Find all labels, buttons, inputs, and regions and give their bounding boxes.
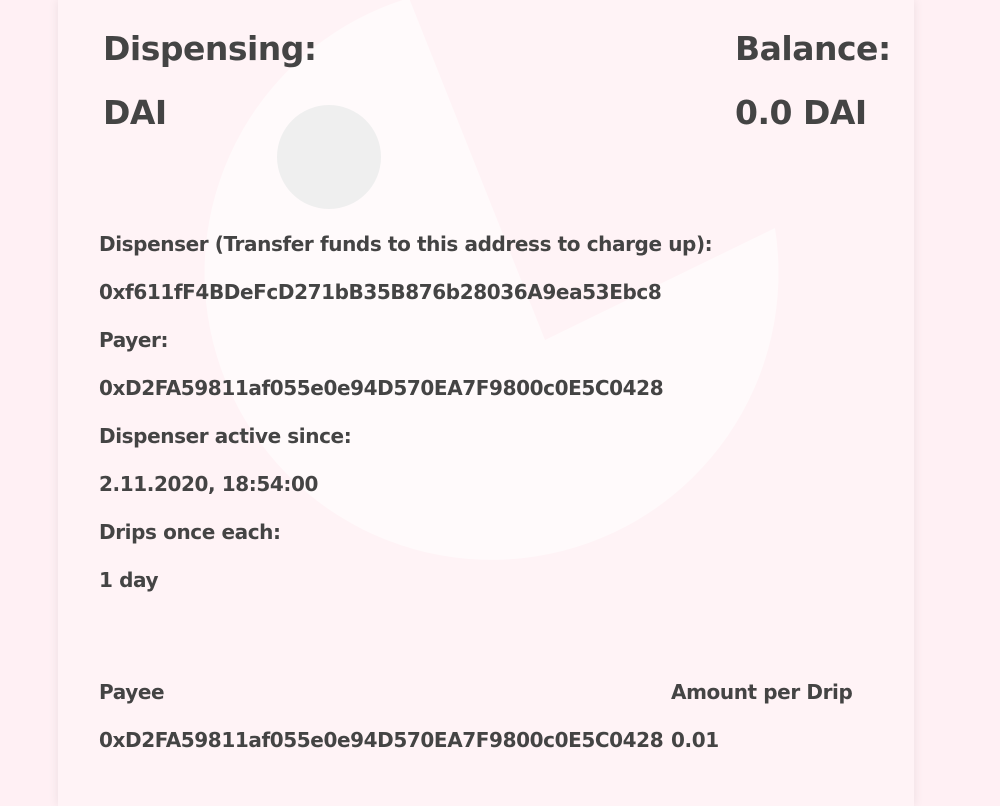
table-row: 0xD2FA59811af055e0e94D570EA7F9800c0E5C04…: [99, 726, 879, 754]
dispenser-address-label: Dispenser (Transfer funds to this addres…: [99, 232, 713, 256]
amount-per-drip: 0.01: [671, 728, 719, 752]
active-since-value: 2.11.2020, 18:54:00: [99, 472, 319, 496]
balance-value: 0.0 DAI: [735, 93, 867, 132]
drip-interval-value: 1 day: [99, 568, 159, 592]
table-header-row: Payee Amount per Drip: [99, 678, 879, 706]
payer-label: Payer:: [99, 328, 169, 352]
dispenser-card: Dispensing: DAI Balance: 0.0 DAI Dispens…: [58, 0, 914, 806]
drip-interval-label: Drips once each:: [99, 520, 281, 544]
dispensing-token: DAI: [103, 93, 167, 132]
balance-label: Balance:: [735, 29, 891, 68]
payer-address: 0xD2FA59811af055e0e94D570EA7F9800c0E5C04…: [99, 376, 664, 400]
dispenser-address: 0xf611fF4BDeFcD271bB35B876b28036A9ea53Eb…: [99, 280, 662, 304]
active-since-label: Dispenser active since:: [99, 424, 352, 448]
payees-table: Payee Amount per Drip 0xD2FA59811af055e0…: [99, 678, 879, 774]
dispenser-details: Dispenser (Transfer funds to this addres…: [99, 230, 859, 614]
balance-section: Balance: 0.0 DAI: [735, 32, 891, 129]
payee-address: 0xD2FA59811af055e0e94D570EA7F9800c0E5C04…: [99, 728, 664, 752]
dispensing-label: Dispensing:: [103, 29, 317, 68]
dispensing-section: Dispensing: DAI: [103, 32, 317, 129]
amount-column-header: Amount per Drip: [671, 680, 853, 704]
payee-column-header: Payee: [99, 680, 165, 704]
